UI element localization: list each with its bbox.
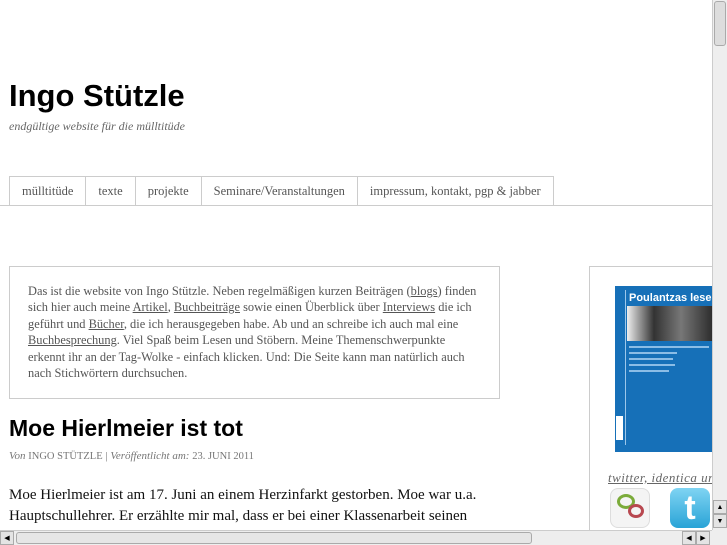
cover-rule (625, 290, 626, 445)
nav-item-projekte[interactable]: projekte (134, 176, 201, 206)
link-artikel[interactable]: Artikel (133, 300, 168, 314)
identica-icon[interactable] (610, 488, 650, 528)
site-title[interactable]: Ingo Stützle (9, 78, 185, 114)
site-tagline: endgültige website für die mülltitüde (9, 119, 185, 133)
scroll-down-button[interactable]: ▼ (713, 514, 727, 528)
nav-item-mulltitude[interactable]: mülltitüde (9, 176, 86, 206)
main-nav: mülltitüde texte projekte Seminare/Veran… (9, 176, 554, 206)
horizontal-scroll-thumb[interactable] (16, 532, 532, 544)
by-label: Von (9, 450, 26, 462)
scrollbar-corner (712, 530, 727, 545)
scroll-left-button-2[interactable]: ◀ (682, 531, 696, 545)
post-author[interactable]: Ingo Stützle (28, 451, 102, 462)
link-buchbesprechung[interactable]: Buchbesprechung (28, 333, 117, 347)
link-blogs[interactable]: blogs (411, 284, 438, 298)
horizontal-scrollbar[interactable]: ◀ ◀ ▶ (0, 530, 712, 545)
vertical-scrollbar[interactable]: ▲ ▼ (712, 0, 727, 530)
twitter-icon[interactable]: t (670, 488, 710, 528)
link-buecher[interactable]: Bücher (89, 317, 124, 331)
intro-text: , die ich herausgegeben habe. Ab und an … (123, 316, 459, 331)
published-label: Veröffentlicht am: (110, 450, 190, 462)
intro-text: Das ist die website von Ingo Stützle. Ne… (28, 284, 411, 298)
post-meta: Von Ingo Stützle | Veröffentlicht am: 23… (9, 450, 254, 462)
vertical-scroll-thumb[interactable] (714, 1, 726, 46)
post-date: 23. Juni 2011 (192, 451, 254, 462)
book-cover-image[interactable]: Poulantzas lesen (615, 286, 712, 452)
intro-box: Das ist die website von Ingo Stützle. Ne… (9, 266, 500, 399)
nav-item-seminare[interactable]: Seminare/Veranstaltungen (200, 176, 357, 206)
intro-text: sowie einen Überblick über (239, 300, 383, 315)
meta-separator: | (105, 450, 108, 462)
nav-divider (0, 205, 712, 206)
book-title: Poulantzas lesen (629, 292, 712, 304)
nav-item-impressum[interactable]: impressum, kontakt, pgp & jabber (356, 176, 554, 206)
viewport: Ingo Stützle endgültige website für die … (0, 0, 712, 530)
scroll-up-button[interactable]: ▲ (713, 500, 727, 514)
cover-photo (627, 306, 712, 341)
link-interviews[interactable]: Interviews (383, 300, 435, 314)
scroll-right-button[interactable]: ▶ (696, 531, 710, 545)
cover-text-lines (629, 346, 709, 376)
link-buchbeitraege[interactable]: Buchbeiträge (174, 300, 240, 314)
scroll-left-button[interactable]: ◀ (0, 531, 14, 545)
social-heading[interactable]: twitter, identica und (608, 470, 712, 486)
post-title[interactable]: Moe Hierlmeier ist tot (9, 415, 243, 442)
publisher-logo (616, 416, 623, 440)
post-body: Moe Hierlmeier ist am 17. Juni an einem … (9, 487, 477, 524)
nav-item-texte[interactable]: texte (85, 176, 135, 206)
